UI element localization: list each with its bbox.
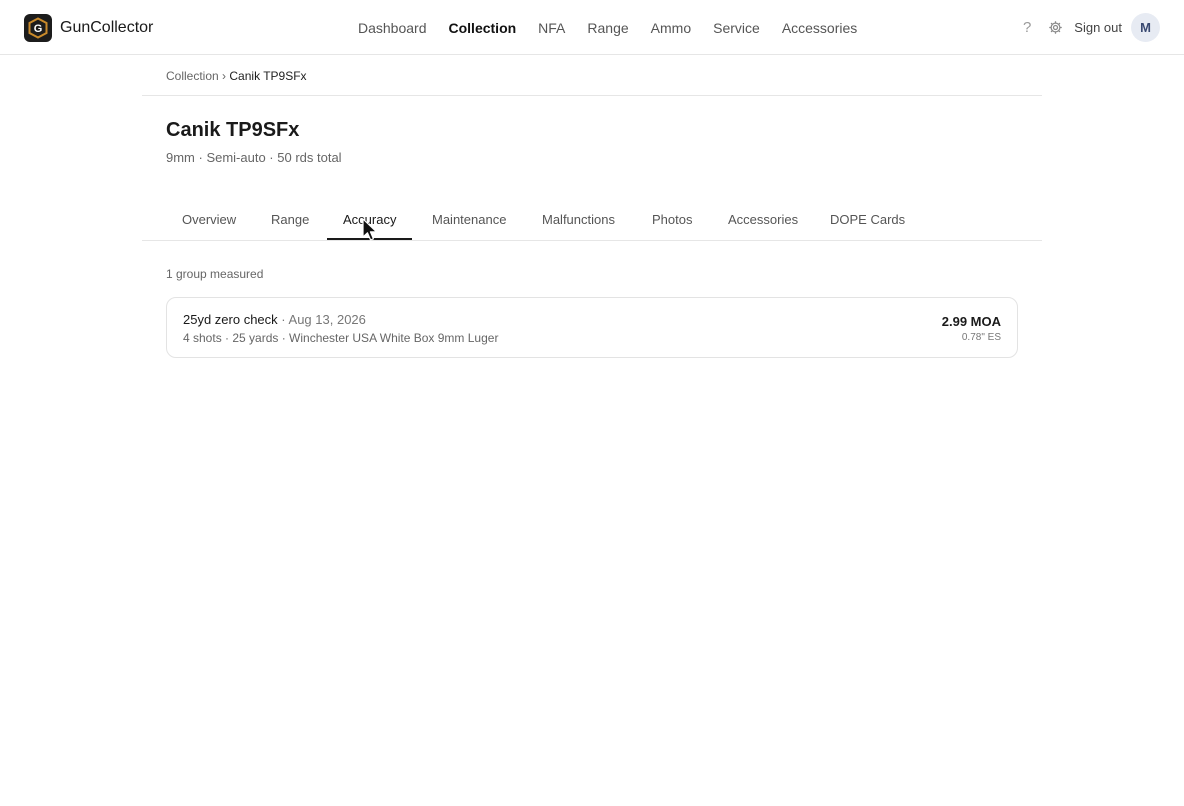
page-subtitle: 9mm · Semi-auto · 50 rds total: [166, 150, 342, 165]
user-avatar[interactable]: M: [1131, 13, 1160, 42]
nav-collection[interactable]: Collection: [449, 19, 517, 37]
svg-text:G: G: [34, 23, 43, 35]
tab-dope-cards[interactable]: DOPE Cards: [814, 200, 921, 240]
group-es: 0.78" ES: [961, 332, 1001, 343]
nav-dashboard[interactable]: Dashboard: [358, 19, 427, 37]
tab-maintenance[interactable]: Maintenance: [416, 200, 522, 240]
group-date-separator: ·: [281, 312, 289, 327]
breadcrumb-collection-link[interactable]: Collection: [166, 69, 219, 83]
breadcrumb-bar: Collection › Canik TP9SFx: [142, 56, 1042, 96]
group-date: Aug 13, 2026: [288, 312, 366, 327]
nav-service[interactable]: Service: [713, 19, 760, 37]
group-name: 25yd zero check: [183, 312, 278, 327]
group-count: 1 group measured: [166, 267, 264, 281]
nav-nfa[interactable]: NFA: [538, 19, 565, 37]
brand-home-link[interactable]: G GunCollector: [24, 13, 153, 42]
gear-icon[interactable]: [1048, 20, 1063, 35]
breadcrumb: Collection › Canik TP9SFx: [166, 69, 307, 83]
help-button[interactable]: ?: [1023, 19, 1031, 36]
group-moa: 2.99 MOA: [941, 314, 1001, 329]
group-stats: 2.99 MOA 0.78" ES: [942, 314, 1001, 343]
breadcrumb-current: Canik TP9SFx: [229, 69, 307, 83]
tab-accessories[interactable]: Accessories: [712, 200, 814, 240]
tab-photos[interactable]: Photos: [636, 200, 708, 240]
detail-tabs: Overview Range Accuracy Maintenance Malf…: [142, 200, 1042, 241]
main-nav: Dashboard Collection NFA Range Ammo Serv…: [358, 19, 879, 37]
nav-range[interactable]: Range: [587, 19, 628, 37]
app-logo-icon: G: [24, 13, 52, 42]
accuracy-group-card[interactable]: 25yd zero check · Aug 13, 2026 4 shots ·…: [166, 297, 1018, 358]
tab-overview[interactable]: Overview: [166, 200, 252, 240]
app-name: GunCollector: [60, 18, 154, 36]
nav-accessories[interactable]: Accessories: [782, 19, 857, 37]
sign-out-button[interactable]: Sign out: [1074, 20, 1122, 35]
page-title: Canik TP9SFx: [166, 119, 300, 141]
top-navbar: G GunCollector Dashboard Collection NFA …: [0, 0, 1184, 55]
tab-malfunctions[interactable]: Malfunctions: [526, 200, 631, 240]
header-tools: ? Sign out M: [1023, 13, 1160, 42]
tab-range[interactable]: Range: [255, 200, 325, 240]
nav-ammo[interactable]: Ammo: [651, 19, 691, 37]
mouse-cursor-icon: [362, 218, 378, 247]
breadcrumb-separator: ›: [222, 69, 227, 83]
group-title: 25yd zero check · Aug 13, 2026: [183, 312, 366, 327]
group-meta: 4 shots · 25 yards · Winchester USA Whit…: [183, 331, 499, 345]
